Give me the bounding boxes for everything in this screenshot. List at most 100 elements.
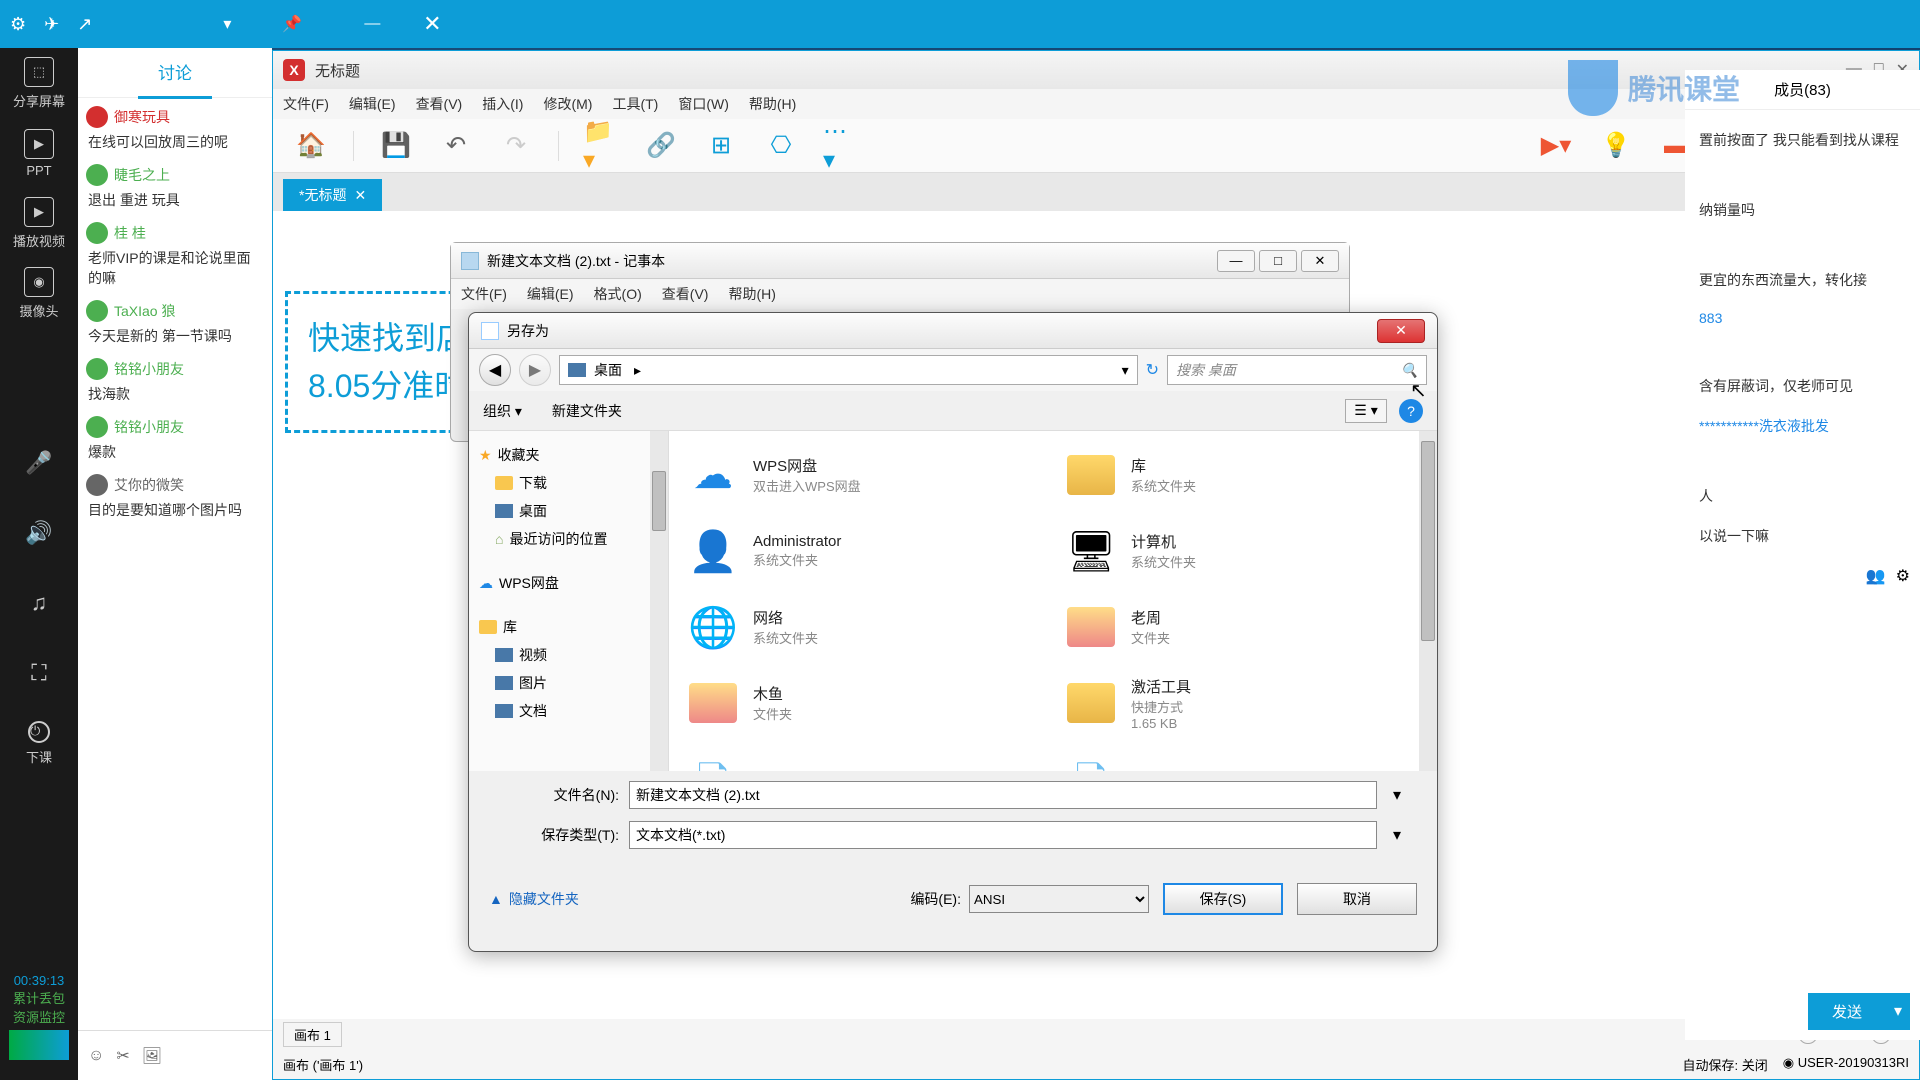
members-icon[interactable]: 👥 [1866, 566, 1886, 586]
scissors-icon[interactable]: ✂ [116, 1046, 129, 1066]
sidebar-share-screen[interactable]: ⬚ 分享屏幕 [0, 48, 78, 118]
send-button[interactable]: 发送 [1808, 993, 1886, 1030]
settings-icon[interactable]: ⚙ [1896, 566, 1910, 586]
search-input[interactable]: 搜索 桌面 🔍 [1167, 355, 1427, 385]
breadcrumb[interactable]: 桌面 ▸ ▾ [559, 355, 1138, 385]
sidebar-ppt[interactable]: ▶ PPT [0, 118, 78, 188]
file-item-computer[interactable]: 🖥计算机系统文件夹 [1063, 523, 1421, 579]
refresh-icon[interactable]: ↻ [1146, 360, 1159, 380]
send-dropdown[interactable]: ▾ [1886, 993, 1910, 1030]
dialog-icon [481, 322, 499, 340]
sidebar-fullscreen[interactable]: ⛶ [0, 638, 78, 708]
cancel-button[interactable]: 取消 [1297, 883, 1417, 915]
close-button[interactable]: ✕ [402, 0, 462, 48]
tree-downloads[interactable]: 下载 [479, 469, 658, 497]
sheet-label[interactable]: 画布 1 [283, 1022, 342, 1047]
menu-edit[interactable]: 编辑(E) [349, 94, 396, 114]
tree-video[interactable]: 视频 [479, 641, 658, 669]
tab-discuss[interactable]: 讨论 [138, 47, 212, 99]
menu-edit[interactable]: 编辑(E) [527, 284, 574, 304]
search-icon[interactable]: 🔍 [1401, 362, 1418, 379]
dropdown-icon[interactable]: ▾ [1387, 825, 1407, 845]
more-icon[interactable]: ⋯▾ [823, 128, 859, 164]
home-icon[interactable]: 🏠 [293, 128, 329, 164]
relation-icon[interactable]: ⊞ [703, 128, 739, 164]
folder-tree[interactable]: ★收藏夹 下载 桌面 ⌂最近访问的位置 ☁WPS网盘 库 视频 图片 文档 [469, 431, 669, 771]
dialog-title: 另存为 [507, 321, 549, 341]
menu-modify[interactable]: 修改(M) [543, 94, 592, 114]
sidebar-mic[interactable]: 🎤 [0, 428, 78, 498]
undo-icon[interactable]: ↶ [438, 128, 474, 164]
dialog-close-button[interactable]: ✕ [1377, 319, 1425, 343]
view-options[interactable]: ☰ ▾ [1345, 399, 1387, 423]
close-tab-icon[interactable]: ✕ [354, 187, 366, 204]
encoding-select[interactable]: ANSI [969, 885, 1149, 913]
minimize-button[interactable]: — [342, 0, 402, 48]
boundary-icon[interactable]: ⎔ [763, 128, 799, 164]
share-icon[interactable]: ↗ [77, 14, 92, 35]
tree-docs[interactable]: 文档 [479, 697, 658, 725]
nav-forward-button[interactable]: ▶ [519, 354, 551, 386]
folder-icon[interactable]: 📁▾ [583, 128, 619, 164]
menu-window[interactable]: 窗口(W) [678, 94, 729, 114]
menu-insert[interactable]: 插入(I) [482, 94, 523, 114]
tree-desktop[interactable]: 桌面 [479, 497, 658, 525]
file-item-admin[interactable]: 👤Administrator系统文件夹 [685, 523, 1043, 579]
file-item-library[interactable]: 库系统文件夹 [1063, 447, 1421, 503]
play-icon[interactable]: ▶▾ [1538, 128, 1574, 164]
tree-favorites[interactable]: ★收藏夹 [479, 441, 658, 469]
tree-scrollbar[interactable] [650, 431, 668, 771]
file-item-activate[interactable]: 激活工具快捷方式1.65 KB [1063, 675, 1421, 731]
chat-input-area[interactable]: ☺ ✂ 🖼 [78, 1030, 272, 1080]
sidebar-end-class[interactable]: ⏻ 下课 [0, 708, 78, 778]
image-icon[interactable]: 🖼 [142, 1046, 162, 1066]
plane-icon[interactable]: ✈ [44, 14, 59, 35]
pin-icon[interactable]: 📌 [272, 4, 312, 44]
sidebar-play-video[interactable]: ▶ 播放视频 [0, 188, 78, 258]
bulb-icon[interactable]: 💡 [1598, 128, 1634, 164]
file-item-network[interactable]: 🌐网络系统文件夹 [685, 599, 1043, 655]
redo-icon[interactable]: ↷ [498, 128, 534, 164]
dropdown-icon[interactable]: ▾ [1387, 785, 1407, 805]
filetype-input[interactable] [629, 821, 1377, 849]
tree-wps[interactable]: ☁WPS网盘 [479, 569, 658, 597]
sidebar-volume[interactable]: 🔊 [0, 498, 78, 568]
menu-help[interactable]: 帮助(H) [749, 94, 796, 114]
hide-folders-button[interactable]: ▲隐藏文件夹 [489, 889, 579, 909]
link-icon[interactable]: 🔗 [643, 128, 679, 164]
file-item-laozou[interactable]: 老周文件夹 [1063, 599, 1421, 655]
file-scrollbar[interactable] [1419, 431, 1437, 771]
menu-tools[interactable]: 工具(T) [612, 94, 658, 114]
dropdown-icon[interactable]: ▾ [212, 9, 242, 39]
close-button[interactable]: ✕ [1301, 250, 1339, 272]
minimize-button[interactable]: — [1217, 250, 1255, 272]
save-icon[interactable]: 💾 [378, 128, 414, 164]
menu-format[interactable]: 格式(O) [594, 284, 642, 304]
menu-help[interactable]: 帮助(H) [728, 284, 775, 304]
save-as-dialog: 另存为 ✕ ◀ ▶ 桌面 ▸ ▾ ↻ 搜索 桌面 🔍 组织 ▾ 新建文件夹 ☰ … [468, 312, 1438, 952]
nav-back-button[interactable]: ◀ [479, 354, 511, 386]
menu-file[interactable]: 文件(F) [283, 94, 329, 114]
new-folder-button[interactable]: 新建文件夹 [552, 401, 622, 421]
sidebar-camera[interactable]: ◉ 摄像头 [0, 258, 78, 328]
file-item-muyu[interactable]: 木鱼文件夹 [685, 675, 1043, 731]
xmind-tab[interactable]: *无标题 ✕ [283, 179, 382, 211]
tree-library[interactable]: 库 [479, 613, 658, 641]
emoji-icon[interactable]: ☺ [88, 1047, 104, 1065]
tree-recent[interactable]: ⌂最近访问的位置 [479, 525, 658, 553]
file-list[interactable]: ☁WPS网盘双击进入WPS网盘 库系统文件夹 👤Administrator系统文… [669, 431, 1437, 771]
gear-icon[interactable]: ⚙ [10, 14, 26, 35]
menu-view[interactable]: 查看(V) [662, 284, 709, 304]
file-item-wps[interactable]: ☁WPS网盘双击进入WPS网盘 [685, 447, 1043, 503]
menu-file[interactable]: 文件(F) [461, 284, 507, 304]
sidebar-music[interactable]: ♫ [0, 568, 78, 638]
menu-view[interactable]: 查看(V) [416, 94, 463, 114]
file-item-txt2[interactable]: 📄新建文本文档 (2).txt [685, 751, 1043, 771]
organize-button[interactable]: 组织 ▾ [483, 401, 522, 421]
save-button[interactable]: 保存(S) [1163, 883, 1283, 915]
members-list: 置前按面了 我只能看到找从课程 纳销量吗 更宜的东西流量大，转化接 883 含有… [1685, 110, 1920, 983]
file-item-txt[interactable]: 📄新建文本文档.txt [1063, 751, 1421, 771]
maximize-button[interactable]: □ [1259, 250, 1297, 272]
filename-input[interactable] [629, 781, 1377, 809]
tree-pictures[interactable]: 图片 [479, 669, 658, 697]
